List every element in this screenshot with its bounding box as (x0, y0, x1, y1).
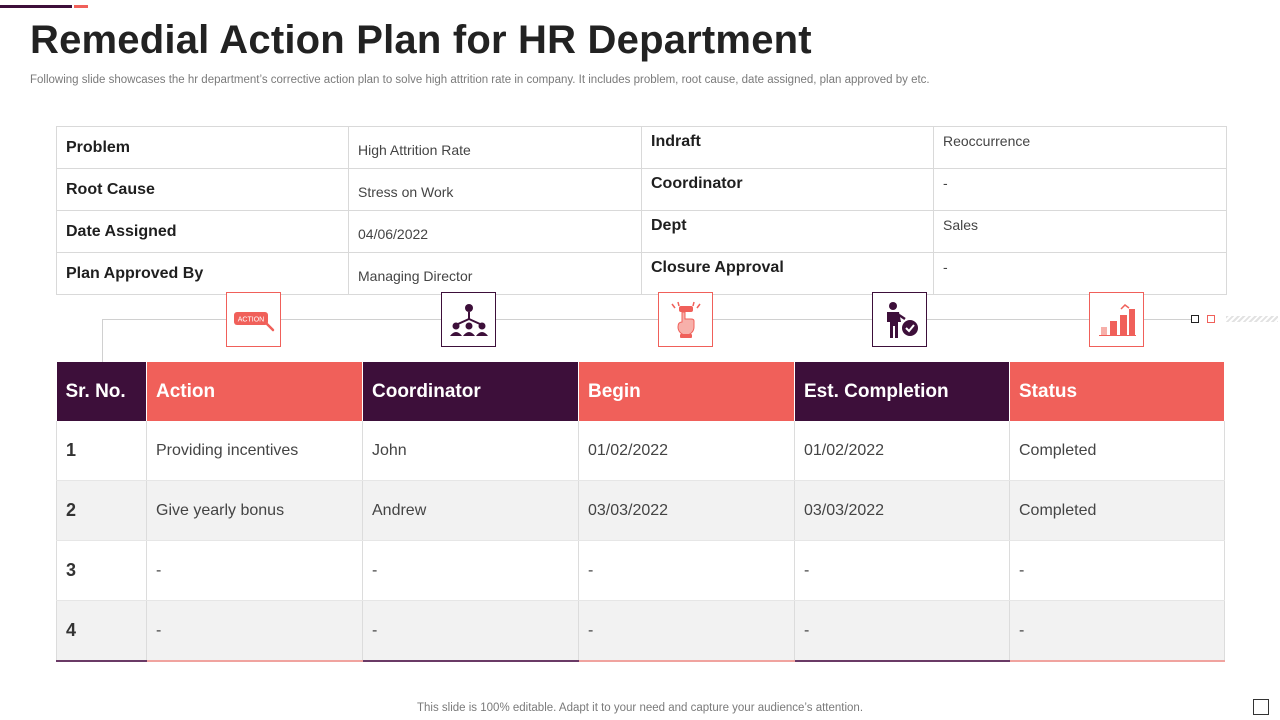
cell-sr-no: 3 (56, 540, 147, 601)
cell-status: Completed (1009, 480, 1225, 541)
info-row: Plan Approved By Managing Director Closu… (56, 252, 1227, 295)
cell-est-completion: 01/02/2022 (794, 421, 1010, 481)
column-header-coordinator[interactable]: Coordinator (362, 362, 579, 421)
action-sign-text: ACTION (237, 316, 263, 323)
connector-line-vertical (102, 319, 103, 362)
info-row: Date Assigned 04/06/2022 Dept Sales (56, 210, 1227, 253)
cell-action: - (146, 600, 363, 662)
info-row: Root Cause Stress on Work Coordinator - (56, 168, 1227, 211)
table-row: 3 - - - - - (56, 540, 1225, 601)
team-icon-box (441, 292, 496, 347)
hand-press-icon (670, 301, 701, 338)
growth-chart-icon (1098, 303, 1136, 336)
table-row: 4 - - - - - (56, 600, 1225, 662)
info-value: Reoccurrence (933, 126, 1227, 169)
approved-person-icon (886, 301, 918, 338)
column-header-action[interactable]: Action (146, 362, 363, 421)
table-row: 1 Providing incentives John 01/02/2022 0… (56, 421, 1225, 481)
corner-square (1253, 699, 1269, 715)
column-header-begin[interactable]: Begin (578, 362, 795, 421)
square-marker-red (1207, 315, 1215, 323)
cell-begin: - (578, 600, 795, 662)
cell-status: - (1009, 540, 1225, 601)
cell-est-completion: - (794, 600, 1010, 662)
cell-coordinator: - (362, 540, 579, 601)
cell-begin: 03/03/2022 (578, 480, 795, 541)
cell-action: - (146, 540, 363, 601)
info-label: Plan Approved By (56, 252, 349, 295)
footer-note: This slide is 100% editable. Adapt it to… (416, 702, 864, 714)
cell-coordinator: John (362, 421, 579, 481)
column-header-est-completion[interactable]: Est. Completion (794, 362, 1010, 421)
info-label: Closure Approval (641, 252, 934, 295)
cell-status: - (1009, 600, 1225, 662)
column-header-sr-no[interactable]: Sr. No. (56, 362, 147, 421)
info-value: Stress on Work (348, 168, 642, 211)
info-value: 04/06/2022 (348, 210, 642, 253)
info-label: Problem (56, 126, 349, 169)
info-label: Indraft (641, 126, 934, 169)
action-table: Sr. No. Action Coordinator Begin Est. Co… (56, 362, 1225, 662)
cell-status: Completed (1009, 421, 1225, 481)
hatch-decoration (1226, 316, 1278, 322)
page-title: Remedial Action Plan for HR Department (30, 18, 812, 62)
approval-icon-box (872, 292, 927, 347)
table-header-row: Sr. No. Action Coordinator Begin Est. Co… (56, 362, 1225, 421)
info-label: Date Assigned (56, 210, 349, 253)
cell-begin: - (578, 540, 795, 601)
cell-sr-no: 4 (56, 600, 147, 662)
action-icon-box: ACTION (226, 292, 281, 347)
info-label: Coordinator (641, 168, 934, 211)
cell-sr-no: 2 (56, 480, 147, 541)
info-value: Sales (933, 210, 1227, 253)
action-sign-icon: ACTION (233, 311, 274, 331)
cell-action: Give yearly bonus (146, 480, 363, 541)
info-value: - (933, 168, 1227, 211)
cell-coordinator: Andrew (362, 480, 579, 541)
info-value: High Attrition Rate (348, 126, 642, 169)
icon-row: ACTION (0, 290, 1280, 362)
page-subtitle: Following slide showcases the hr departm… (30, 74, 930, 86)
table-row: 2 Give yearly bonus Andrew 03/03/2022 03… (56, 480, 1225, 541)
info-row: Problem High Attrition Rate Indraft Reoc… (56, 126, 1227, 169)
square-marker-dark (1191, 315, 1199, 323)
cell-begin: 01/02/2022 (578, 421, 795, 481)
team-hierarchy-icon (449, 303, 488, 336)
info-label: Root Cause (56, 168, 349, 211)
info-table: Problem High Attrition Rate Indraft Reoc… (56, 126, 1227, 295)
top-accent-bar-red (74, 5, 88, 8)
cell-est-completion: 03/03/2022 (794, 480, 1010, 541)
info-label: Dept (641, 210, 934, 253)
top-accent-bar (0, 5, 72, 8)
hand-icon-box (658, 292, 713, 347)
cell-est-completion: - (794, 540, 1010, 601)
column-header-status[interactable]: Status (1009, 362, 1225, 421)
info-value: - (933, 252, 1227, 295)
cell-action: Providing incentives (146, 421, 363, 481)
growth-icon-box (1089, 292, 1144, 347)
cell-coordinator: - (362, 600, 579, 662)
info-value: Managing Director (348, 252, 642, 295)
cell-sr-no: 1 (56, 421, 147, 481)
